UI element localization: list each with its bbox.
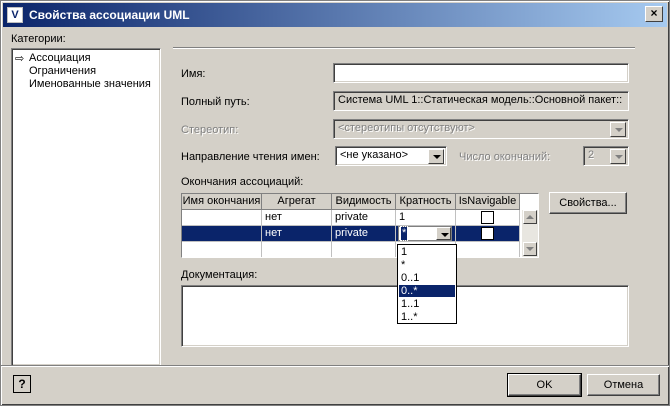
direction-label: Направление чтения имен:: [181, 151, 320, 163]
list-item[interactable]: 1..1: [399, 298, 455, 310]
col-header-visibility[interactable]: Видимость: [332, 194, 396, 210]
category-tagged-values[interactable]: Именованные значения: [29, 78, 151, 90]
ends-label: Окончания ассоциаций:: [181, 176, 304, 188]
multiplicity-combo[interactable]: *: [398, 226, 452, 241]
ends-count-select: 2: [583, 146, 629, 166]
fullpath-field: Система UML 1::Статическая модель::Основ…: [333, 91, 629, 111]
category-constraints[interactable]: Ограничения: [29, 65, 96, 77]
stereotype-label: Стереотип:: [181, 124, 239, 136]
list-item[interactable]: 1: [399, 246, 455, 258]
stereotype-select: <стереотипы отсутствуют>: [333, 119, 629, 139]
chevron-down-icon: [610, 122, 626, 137]
col-header-multiplicity[interactable]: Кратность: [396, 194, 456, 210]
chevron-down-icon[interactable]: [436, 227, 451, 240]
window-title: Свойства ассоциации UML: [29, 8, 190, 22]
cancel-button[interactable]: Отмена: [587, 374, 660, 396]
name-input[interactable]: [333, 63, 629, 83]
categories-tree[interactable]: ⇨ Ассоциация Ограничения Именованные зна…: [11, 48, 161, 366]
ends-count-label: Число окончаний:: [459, 151, 551, 163]
navigable-checkbox[interactable]: [481, 227, 494, 240]
help-icon[interactable]: ?: [13, 375, 31, 393]
ok-button[interactable]: OK: [507, 373, 582, 397]
scroll-down-icon[interactable]: [523, 242, 537, 256]
col-header-navigable[interactable]: IsNavigable: [456, 194, 520, 210]
title-bar[interactable]: V Свойства ассоциации UML ×: [3, 3, 667, 27]
navigable-checkbox[interactable]: [481, 211, 494, 224]
direction-select[interactable]: <не указано>: [335, 146, 447, 166]
close-button[interactable]: ×: [645, 6, 663, 22]
scroll-up-icon[interactable]: [523, 210, 537, 224]
app-icon: V: [7, 7, 23, 23]
group-divider: [173, 47, 635, 49]
properties-button[interactable]: Свойства...: [549, 192, 627, 214]
name-label: Имя:: [181, 68, 206, 80]
list-item[interactable]: 1..*: [399, 311, 455, 323]
chevron-down-icon[interactable]: [428, 149, 444, 164]
categories-label: Категории:: [11, 33, 66, 45]
dialog-window: V Свойства ассоциации UML × Категории: ⇨…: [0, 0, 670, 406]
ends-grid[interactable]: Имя окончания Агрегат Видимость Кратност…: [181, 193, 539, 258]
chevron-down-icon: [610, 149, 626, 164]
col-header-name[interactable]: Имя окончания: [182, 194, 262, 210]
bottom-divider: [1, 365, 669, 367]
grid-scrollbar[interactable]: [522, 210, 538, 257]
category-association[interactable]: Ассоциация: [29, 52, 91, 64]
multiplicity-dropdown-list[interactable]: 1 * 0..1 0..* 1..1 1..*: [397, 244, 457, 324]
fullpath-label: Полный путь:: [181, 96, 250, 108]
list-item[interactable]: 0..*: [399, 285, 455, 297]
list-item[interactable]: *: [399, 259, 455, 271]
col-header-aggregate[interactable]: Агрегат: [262, 194, 332, 210]
selected-arrow-icon: ⇨: [15, 53, 25, 65]
list-item[interactable]: 0..1: [399, 272, 455, 284]
documentation-label: Документация:: [181, 269, 258, 281]
